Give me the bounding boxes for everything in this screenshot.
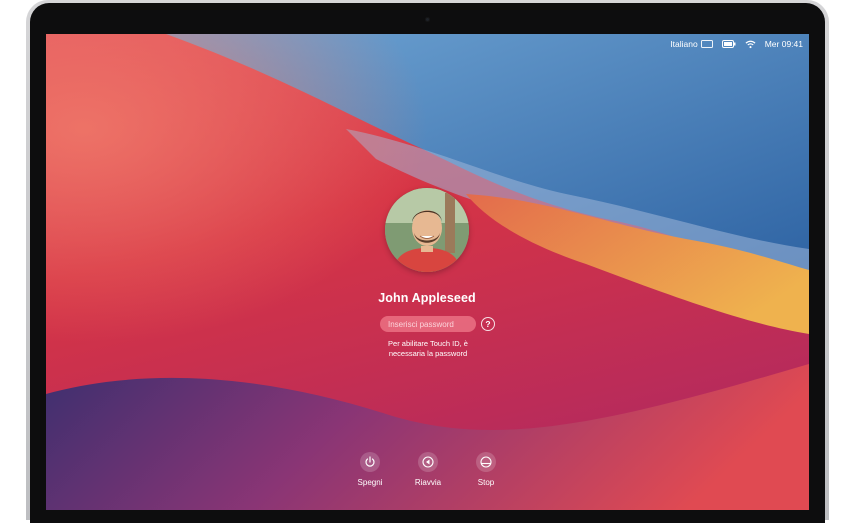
- restart-button[interactable]: Riavvia: [398, 452, 458, 487]
- restart-label: Riavvia: [414, 478, 442, 487]
- restart-icon: [418, 452, 438, 472]
- keyboard-icon: [700, 40, 713, 48]
- hint-line-1: Per abilitare Touch ID, è: [388, 339, 468, 348]
- hint-line-2: necessaria la password: [388, 348, 468, 358]
- power-icon: [360, 452, 380, 472]
- menu-bar-status: Italiano Mer 09:41: [670, 37, 803, 51]
- wallpaper: [46, 34, 809, 510]
- camera-icon: [425, 17, 430, 22]
- sleep-label: Stop: [477, 478, 495, 487]
- sleep-button[interactable]: Stop: [456, 452, 516, 487]
- help-button[interactable]: ?: [481, 317, 495, 331]
- clock[interactable]: Mer 09:41: [765, 39, 803, 49]
- password-input[interactable]: [380, 316, 476, 332]
- sleep-icon: [476, 452, 496, 472]
- user-name: John Appleseed: [378, 291, 476, 305]
- wifi-icon[interactable]: [745, 40, 756, 49]
- language-label: Italiano: [670, 39, 698, 49]
- shutdown-button[interactable]: Spegni: [340, 452, 400, 487]
- user-photo: [385, 188, 469, 272]
- touch-id-hint: Per abilitare Touch ID, è necessaria la …: [356, 339, 500, 358]
- battery-icon[interactable]: [721, 40, 736, 48]
- input-source-menu[interactable]: Italiano: [670, 39, 713, 49]
- login-screen: Italiano Mer 09:41 John Appleseed ? Per …: [46, 34, 809, 510]
- user-avatar[interactable]: [385, 188, 469, 272]
- shutdown-label: Spegni: [357, 478, 383, 487]
